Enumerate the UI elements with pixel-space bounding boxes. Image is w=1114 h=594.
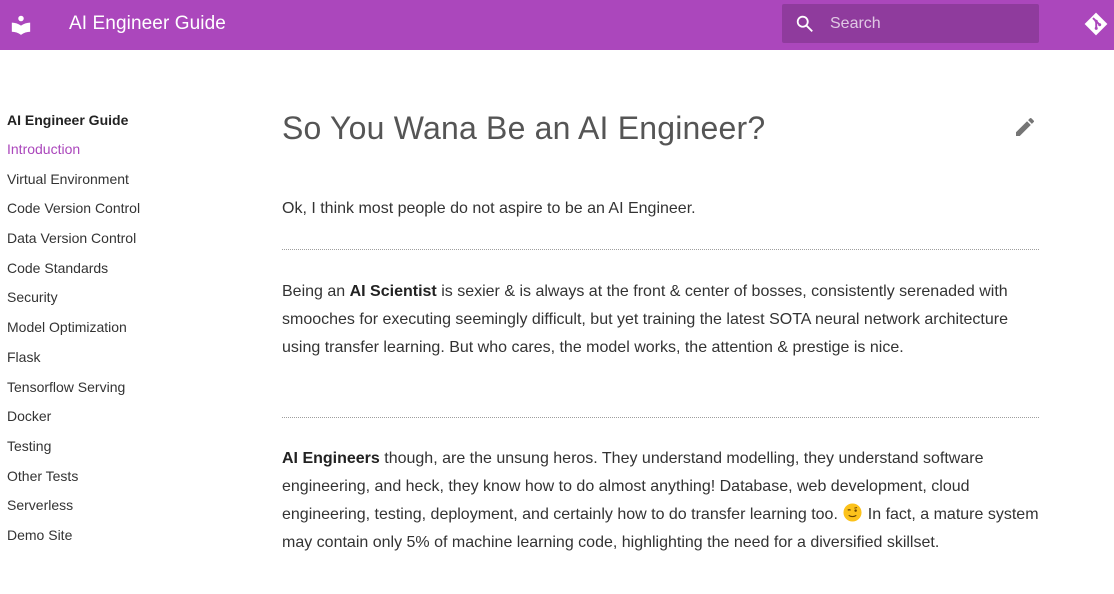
sidebar-item-security[interactable]: Security	[7, 287, 247, 317]
winking-face-emoji	[843, 503, 862, 522]
top-header: AI Engineer Guide	[0, 0, 1114, 50]
sidebar-item-data-version-control[interactable]: Data Version Control	[7, 228, 247, 258]
sidebar-item-virtual-environment[interactable]: Virtual Environment	[7, 169, 247, 199]
sidebar-item-demo-site[interactable]: Demo Site	[7, 525, 247, 555]
sidebar-title[interactable]: AI Engineer Guide	[7, 110, 247, 130]
intro-paragraph: Ok, I think most people do not aspire to…	[282, 200, 696, 217]
sidebar-item-flask[interactable]: Flask	[7, 347, 247, 377]
divider	[282, 249, 1039, 250]
sidebar-item-code-standards[interactable]: Code Standards	[7, 258, 247, 288]
sidebar-item-introduction[interactable]: Introduction	[7, 139, 247, 169]
bold-term-ai-engineers: AI Engineers	[282, 450, 380, 467]
sidebar-nav: AI Engineer Guide Introduction Virtual E…	[7, 110, 247, 555]
search-input[interactable]	[830, 4, 1030, 43]
search-icon	[796, 15, 813, 32]
book-reader-icon[interactable]	[10, 13, 32, 35]
site-title[interactable]: AI Engineer Guide	[69, 12, 226, 36]
divider	[282, 417, 1039, 418]
sidebar-item-docker[interactable]: Docker	[7, 406, 247, 436]
ai-scientist-paragraph: Being an AI Scientist is sexier & is alw…	[282, 278, 1039, 362]
sidebar-item-serverless[interactable]: Serverless	[7, 495, 247, 525]
sidebar-item-code-version-control[interactable]: Code Version Control	[7, 198, 247, 228]
sidebar-item-testing[interactable]: Testing	[7, 436, 247, 466]
ai-engineers-paragraph: AI Engineers though, are the unsung hero…	[282, 445, 1039, 557]
sidebar-item-other-tests[interactable]: Other Tests	[7, 466, 247, 496]
git-icon[interactable]	[1083, 11, 1109, 37]
pencil-icon[interactable]	[1013, 115, 1037, 139]
sidebar-item-model-optimization[interactable]: Model Optimization	[7, 317, 247, 347]
search-box[interactable]	[782, 4, 1039, 43]
page-title: So You Wana Be an AI Engineer?	[282, 110, 766, 146]
bold-term-ai-scientist: AI Scientist	[349, 283, 437, 300]
main-content: So You Wana Be an AI Engineer?	[282, 106, 1039, 150]
paragraph-text: Being an	[282, 283, 350, 300]
sidebar-item-tensorflow-serving[interactable]: Tensorflow Serving	[7, 377, 247, 407]
